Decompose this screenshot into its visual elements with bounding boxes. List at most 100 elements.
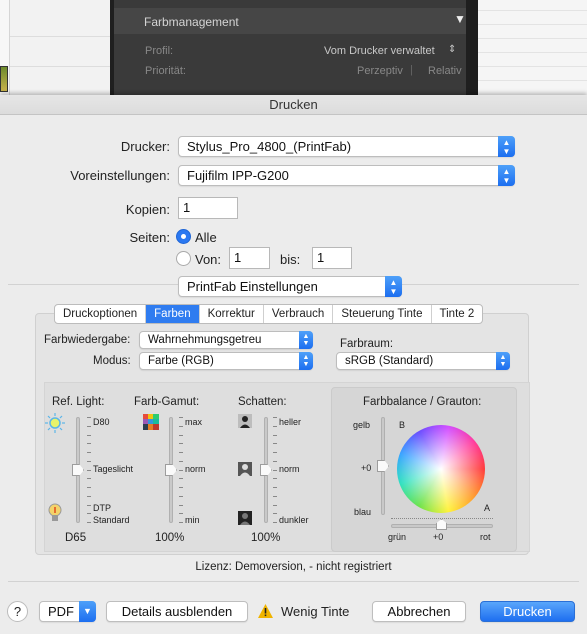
tick-mark bbox=[179, 452, 183, 453]
printer-label: Drucker: bbox=[120, 139, 170, 154]
chevron-down-icon: ▼ bbox=[79, 601, 96, 622]
pages-all-radio[interactable] bbox=[176, 229, 191, 244]
presets-value: Fujifilm IPP-G200 bbox=[187, 168, 289, 183]
mode-value: Farbe (RGB) bbox=[148, 355, 214, 367]
copies-field[interactable]: 1 bbox=[178, 197, 238, 219]
gamut-mid: norm bbox=[185, 464, 206, 474]
colorspace-select[interactable]: sRGB (Standard) ▲ ▼ bbox=[336, 352, 510, 370]
tab-korrektur[interactable]: Korrektur bbox=[200, 305, 264, 323]
tick-mark bbox=[87, 435, 91, 436]
tick-mark bbox=[179, 435, 183, 436]
window-edge bbox=[470, 0, 478, 95]
profile-arrows-icon[interactable]: ⇕ bbox=[448, 44, 456, 55]
colorspace-label: Farbraum: bbox=[340, 338, 394, 350]
perceptual-option[interactable]: Perzeptiv bbox=[357, 65, 403, 77]
portrait-mid-icon bbox=[238, 462, 252, 476]
relative-option[interactable]: Relativ bbox=[428, 65, 462, 77]
tick-mark bbox=[179, 470, 183, 471]
copies-label: Kopien: bbox=[125, 202, 170, 217]
photo-thumbnail[interactable] bbox=[0, 66, 8, 92]
ref-light-ticks bbox=[86, 417, 91, 523]
tick-mark bbox=[273, 513, 277, 514]
hide-details-button[interactable]: Details ausblenden bbox=[106, 601, 248, 622]
divider bbox=[10, 66, 110, 67]
pages-to-field[interactable]: 1 bbox=[312, 247, 352, 269]
tab-steuerung-tinte[interactable]: Steuerung Tinte bbox=[333, 305, 432, 323]
presets-select[interactable]: Fujifilm IPP-G200 ▲ ▼ bbox=[178, 165, 515, 186]
tab-bar: Druckoptionen Farben Korrektur Verbrauch Ste… bbox=[54, 304, 484, 324]
cancel-button[interactable]: Abbrechen bbox=[372, 601, 466, 622]
tick-mark bbox=[179, 417, 183, 418]
tick-mark bbox=[273, 505, 277, 506]
tick-mark bbox=[273, 452, 277, 453]
tick-mark bbox=[87, 487, 91, 488]
balance-title: Farbbalance / Grauton: bbox=[363, 396, 482, 408]
balance-blue-label: blau bbox=[354, 507, 372, 517]
tick-mark bbox=[273, 487, 277, 488]
print-button[interactable]: Drucken bbox=[480, 601, 575, 622]
divider bbox=[10, 36, 110, 37]
tick-mark bbox=[179, 478, 183, 479]
ref-light-bot2: Standard bbox=[93, 515, 130, 525]
pdf-menu-button[interactable]: PDF ▼ bbox=[39, 601, 96, 622]
chevron-updown-icon: ▲ ▼ bbox=[299, 352, 313, 370]
gamut-ticks bbox=[178, 417, 183, 523]
tab-druckoptionen[interactable]: Druckoptionen bbox=[55, 305, 147, 323]
chevron-updown-icon: ▲ ▼ bbox=[385, 276, 402, 297]
presets-label: Voreinstellungen: bbox=[70, 168, 170, 183]
rendering-label: Farbwiedergabe: bbox=[44, 334, 131, 346]
tick-mark bbox=[87, 417, 91, 418]
license-text: Lizenz: Demoversion, - nicht registriert bbox=[195, 561, 392, 573]
collapse-triangle-icon[interactable]: ▼ bbox=[454, 12, 466, 26]
printer-value: Stylus_Pro_4800_(PrintFab) bbox=[187, 139, 352, 154]
shadow-value: 100% bbox=[251, 532, 281, 544]
tick-mark bbox=[87, 522, 91, 523]
tick-mark bbox=[179, 522, 183, 523]
right-area bbox=[478, 0, 587, 95]
sun-icon bbox=[45, 413, 65, 433]
tab-tinte-2[interactable]: Tinte 2 bbox=[432, 305, 483, 323]
priority-label: Priorität: bbox=[145, 65, 186, 77]
balance-b-label: B bbox=[399, 420, 406, 430]
pages-to-label: bis: bbox=[280, 252, 301, 267]
shadow-ticks bbox=[272, 417, 277, 523]
tab-farben[interactable]: Farben bbox=[146, 305, 200, 323]
pages-label: Seiten: bbox=[129, 230, 170, 245]
color-grid-icon bbox=[143, 414, 159, 430]
tick-mark bbox=[273, 461, 277, 462]
section-select[interactable]: PrintFab Einstellungen ▲ ▼ bbox=[178, 276, 402, 297]
tick-mark bbox=[87, 426, 91, 427]
low-ink-warning: Wenig Tinte bbox=[281, 604, 350, 619]
mode-select[interactable]: Farbe (RGB) ▲ ▼ bbox=[139, 352, 313, 370]
pages-from-field[interactable]: 1 bbox=[229, 247, 270, 269]
panel-title: Farbmanagement bbox=[144, 15, 239, 29]
ref-light-value: D65 bbox=[65, 532, 87, 544]
portrait-light-icon bbox=[238, 414, 252, 428]
tick-mark bbox=[179, 443, 183, 444]
tick-mark bbox=[179, 487, 183, 488]
rendering-select[interactable]: Wahrnehmungsgetreu ▲ ▼ bbox=[139, 331, 313, 349]
shadow-top: heller bbox=[279, 417, 302, 427]
tab-verbrauch[interactable]: Verbrauch bbox=[264, 305, 334, 323]
pages-range-radio[interactable] bbox=[176, 251, 191, 266]
profile-value[interactable]: Vom Drucker verwaltet bbox=[324, 45, 435, 57]
printer-select[interactable]: Stylus_Pro_4800_(PrintFab) ▲ ▼ bbox=[178, 136, 515, 157]
tick-mark bbox=[273, 443, 277, 444]
ref-light-top: D80 bbox=[93, 417, 110, 427]
shadow-bot: dunkler bbox=[279, 515, 309, 525]
color-wheel[interactable] bbox=[397, 425, 485, 513]
option-divider: | bbox=[410, 64, 413, 76]
help-button[interactable]: ? bbox=[7, 601, 28, 622]
dialog-title: Drucken bbox=[0, 95, 587, 115]
chevron-updown-icon: ▲ ▼ bbox=[498, 136, 515, 157]
tick-mark bbox=[273, 470, 277, 471]
colorspace-value: sRGB (Standard) bbox=[345, 355, 434, 367]
profile-label: Profil: bbox=[145, 45, 174, 57]
tick-mark bbox=[273, 417, 277, 418]
warning-icon bbox=[258, 604, 273, 618]
mode-label: Modus: bbox=[93, 355, 131, 367]
tick-mark bbox=[87, 513, 91, 514]
balance-green-label: grün bbox=[388, 532, 407, 542]
ref-light-mid: Tageslicht bbox=[93, 464, 134, 474]
pdf-label: PDF bbox=[48, 604, 74, 619]
